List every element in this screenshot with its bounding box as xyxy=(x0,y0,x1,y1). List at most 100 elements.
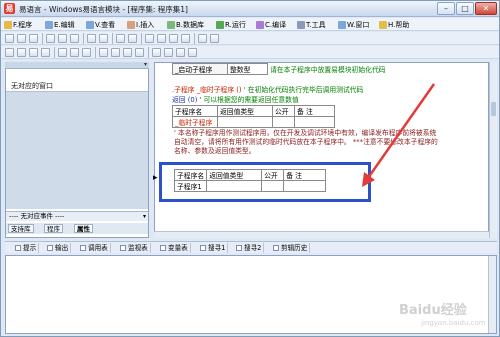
run-icon[interactable] xyxy=(145,34,154,43)
menu-help[interactable]: H.帮助 xyxy=(379,20,409,30)
same-width-icon[interactable] xyxy=(58,48,67,57)
maximize-button[interactable]: □ xyxy=(456,2,474,15)
menu-edit[interactable]: E.编辑 xyxy=(45,20,75,30)
clip-history-icon xyxy=(273,245,279,251)
redo-icon[interactable] xyxy=(99,34,108,43)
compile-icon xyxy=(256,21,264,29)
tab-properties[interactable]: 属性 xyxy=(74,224,93,233)
menu-compile[interactable]: C.编译 xyxy=(256,20,286,30)
menu-run[interactable]: R.运行 xyxy=(216,20,246,30)
file-icon xyxy=(4,21,12,29)
temp-sub-remark-cell[interactable] xyxy=(294,116,335,128)
temp-sub-table: 子程序名 返回值类型 公开 备 注 _临时子程序 xyxy=(172,105,335,128)
same-size-icon[interactable] xyxy=(82,48,91,57)
tab-variable-table[interactable]: 变量表 xyxy=(158,243,191,253)
watermark-url: jingyan.baidu.com xyxy=(421,319,486,327)
minimize-button[interactable]: – xyxy=(437,2,455,15)
init-sub-comment[interactable]: 请在本子程序中放置易模块初始化代码 xyxy=(267,63,453,75)
editor-vertical-scrollbar[interactable] xyxy=(489,62,497,238)
compile-icon[interactable] xyxy=(198,34,207,43)
send-back-icon[interactable] xyxy=(164,48,173,57)
grid-icon[interactable] xyxy=(188,48,197,57)
event-selector-label: ---- 无对应事件 ---- xyxy=(9,212,65,220)
run-icon xyxy=(216,21,224,29)
return-comment: ' 可以根据您的需要返回任意数值 xyxy=(199,96,299,104)
title-bar: 易 易语言 - Windows易语言模块 - [程序集: 程序集1] – □ ✕ xyxy=(1,1,499,17)
tab-hint[interactable]: 提示 xyxy=(13,243,40,253)
paste-icon[interactable] xyxy=(70,34,79,43)
close-button[interactable]: ✕ xyxy=(475,2,497,15)
open-icon[interactable] xyxy=(17,34,26,43)
menu-window[interactable]: W.窗口 xyxy=(338,20,369,30)
space-v-icon[interactable] xyxy=(135,48,144,57)
replace-icon[interactable] xyxy=(128,34,137,43)
output-icon xyxy=(47,245,53,251)
temp-sub-type-cell[interactable] xyxy=(217,116,273,128)
tab-call-table[interactable]: 调用表 xyxy=(78,243,111,253)
scrollbar-thumb[interactable] xyxy=(491,102,496,116)
chevron-down-icon: ▾ xyxy=(142,213,146,220)
step-icon[interactable] xyxy=(169,34,178,43)
menu-view[interactable]: V.查看 xyxy=(86,20,115,30)
event-selector[interactable]: ---- 无对应事件 ---- ▾ xyxy=(6,211,148,221)
cut-icon[interactable] xyxy=(46,34,55,43)
tab-search2[interactable]: 搜寻2 xyxy=(234,243,265,253)
new-icon[interactable] xyxy=(5,34,14,43)
space-h-icon[interactable] xyxy=(123,48,132,57)
tab-search1[interactable]: 搜寻1 xyxy=(198,243,229,253)
settings-icon[interactable] xyxy=(210,34,219,43)
toolbar-divider xyxy=(42,33,43,44)
step-over-icon[interactable] xyxy=(181,34,190,43)
toolbar-main xyxy=(1,32,499,45)
init-sub-type[interactable]: 整数型 xyxy=(227,63,268,75)
col-sub-name: 子程序名 xyxy=(172,105,218,117)
find-icon[interactable] xyxy=(116,34,125,43)
search2-icon xyxy=(236,245,242,251)
temp-sub-name-cell[interactable]: _临时子程序 xyxy=(172,116,218,128)
toolbar-divider xyxy=(141,33,142,44)
return-line[interactable]: 返回 (0) ' 可以根据您的需要返回任意数值 xyxy=(172,94,299,104)
watch-icon xyxy=(120,245,126,251)
tab-watch-table[interactable]: 监视表 xyxy=(118,243,151,253)
same-height-icon[interactable] xyxy=(70,48,79,57)
stop-icon[interactable] xyxy=(157,34,166,43)
menu-database[interactable]: B.数据库 xyxy=(167,20,204,30)
toolbar-divider xyxy=(112,33,113,44)
tab-program[interactable]: 程序 xyxy=(44,224,63,233)
tab-clip-history[interactable]: 剪辑历史 xyxy=(271,243,311,253)
left-panel-content xyxy=(6,91,148,209)
window-selector[interactable]: ▾ xyxy=(5,61,149,69)
init-sub-name[interactable]: _启动子程序 xyxy=(172,63,228,75)
menu-insert[interactable]: I.插入 xyxy=(127,20,154,30)
temp-sub-comment-block[interactable]: ' 本名称子程序用作测试程序用，仅在开发及调试环境中有效，编译发布程序前将被系统… xyxy=(174,129,486,156)
center-v-icon[interactable] xyxy=(111,48,120,57)
col-remark: 备 注 xyxy=(294,105,335,117)
center-h-icon[interactable] xyxy=(99,48,108,57)
toolbar-divider xyxy=(148,47,149,58)
temp-sub-public-cell[interactable] xyxy=(272,116,295,128)
lock-icon[interactable] xyxy=(176,48,185,57)
tab-support-library[interactable]: 支持库 xyxy=(8,224,34,233)
toolbar-divider xyxy=(194,33,195,44)
save-icon[interactable] xyxy=(29,34,38,43)
copy-icon[interactable] xyxy=(58,34,67,43)
bring-front-icon[interactable] xyxy=(152,48,161,57)
align-bottom-icon[interactable] xyxy=(41,48,50,57)
align-right-icon[interactable] xyxy=(17,48,26,57)
align-left-icon[interactable] xyxy=(5,48,14,57)
undo-icon[interactable] xyxy=(87,34,96,43)
no-window-label: 无对应的窗口 xyxy=(11,82,53,90)
editor-horizontal-scrollbar[interactable] xyxy=(154,231,489,238)
hint-icon xyxy=(15,245,21,251)
menu-tools[interactable]: T.工具 xyxy=(297,20,326,30)
menu-program[interactable]: F.程序 xyxy=(4,20,32,30)
help-icon xyxy=(379,21,387,29)
output-vertical-scrollbar[interactable] xyxy=(488,256,496,333)
align-top-icon[interactable] xyxy=(29,48,38,57)
tab-output[interactable]: 输出 xyxy=(45,243,72,253)
comment-line: 自动清空，请将所有用作测试的临时代码放在本子程序中。 ***注意不要修改本子程序… xyxy=(174,138,438,146)
menu-bar: F.程序 E.编辑 V.查看 I.插入 B.数据库 R.运行 C.编译 T.工具… xyxy=(1,18,499,31)
sub-declaration-line[interactable]: .子程序 _临时子程序 () ' 在初始化代码执行完毕后调用测试代码 xyxy=(172,84,363,94)
current-line-marker: ▸ xyxy=(153,173,158,183)
window-title: 易语言 - Windows易语言模块 - [程序集: 程序集1] xyxy=(19,5,188,14)
